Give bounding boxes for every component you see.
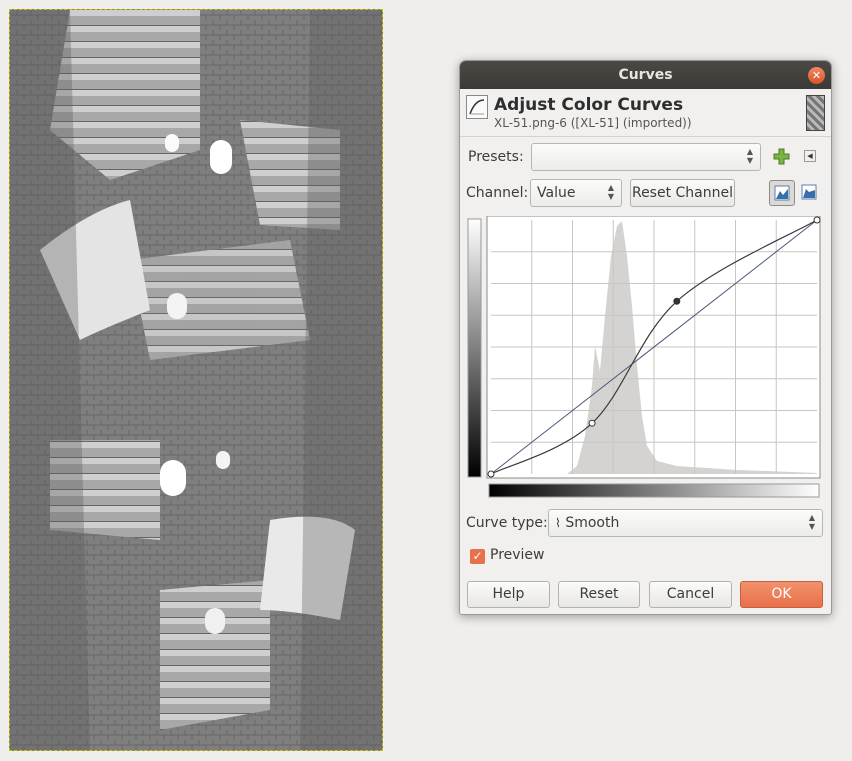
preset-menu-icon[interactable]: ◀ [804,150,816,162]
image-canvas[interactable] [9,9,383,751]
header-title: Adjust Color Curves [494,95,684,115]
close-icon[interactable]: ✕ [808,67,825,84]
output-gradient-bar [467,218,482,478]
curve-type-value: Smooth [565,515,620,531]
image-thumbnail-icon [806,95,825,131]
canvas-image [10,10,382,750]
dialog-title: Curves [618,67,673,83]
help-button[interactable]: Help [467,581,550,608]
curve-type-label: Curve type: [466,515,548,531]
presets-label: Presets: [468,149,524,165]
preview-label: Preview [490,547,545,563]
combo-arrows-icon: ▲ ▼ [808,513,815,531]
input-gradient-bar [488,483,820,498]
curve-control-point[interactable] [813,216,821,224]
reset-button[interactable]: Reset [558,581,640,608]
curves-tool-icon [466,95,488,119]
header-separator [460,136,831,137]
channel-label: Channel: [466,185,529,201]
curve-control-point[interactable] [588,419,596,427]
add-preset-icon[interactable] [773,148,790,165]
cancel-button[interactable]: Cancel [649,581,732,608]
log-histogram-icon[interactable] [797,180,823,206]
curve-type-combo[interactable]: ⌇ Smooth ▲ ▼ [548,509,823,537]
ok-button[interactable]: OK [740,581,823,608]
curves-dialog: Curves ✕ Adjust Color Curves XL-51.png-6… [459,60,832,615]
combo-arrows-icon: ▲ ▼ [607,183,614,201]
linear-histogram-icon[interactable] [769,180,795,206]
dialog-header: Adjust Color Curves XL-51.png-6 ([XL-51]… [460,89,831,133]
channel-combo[interactable]: Value ▲ ▼ [530,179,622,207]
preview-checkbox[interactable]: ✓ [470,549,485,564]
channel-value: Value [537,185,576,201]
curve-control-point[interactable] [487,470,495,478]
dialog-titlebar[interactable]: Curves ✕ [460,61,831,89]
checkmark-icon: ✓ [472,549,483,563]
smooth-curve-icon: ⌇ [555,516,561,530]
presets-combo[interactable]: ▲ ▼ [531,143,761,171]
reset-channel-button[interactable]: Reset Channel [630,179,735,207]
header-subtitle: XL-51.png-6 ([XL-51] (imported)) [494,116,692,130]
combo-arrows-icon: ▲ ▼ [746,147,753,165]
curve-control-point[interactable] [673,297,681,305]
curves-graph[interactable] [467,216,823,502]
